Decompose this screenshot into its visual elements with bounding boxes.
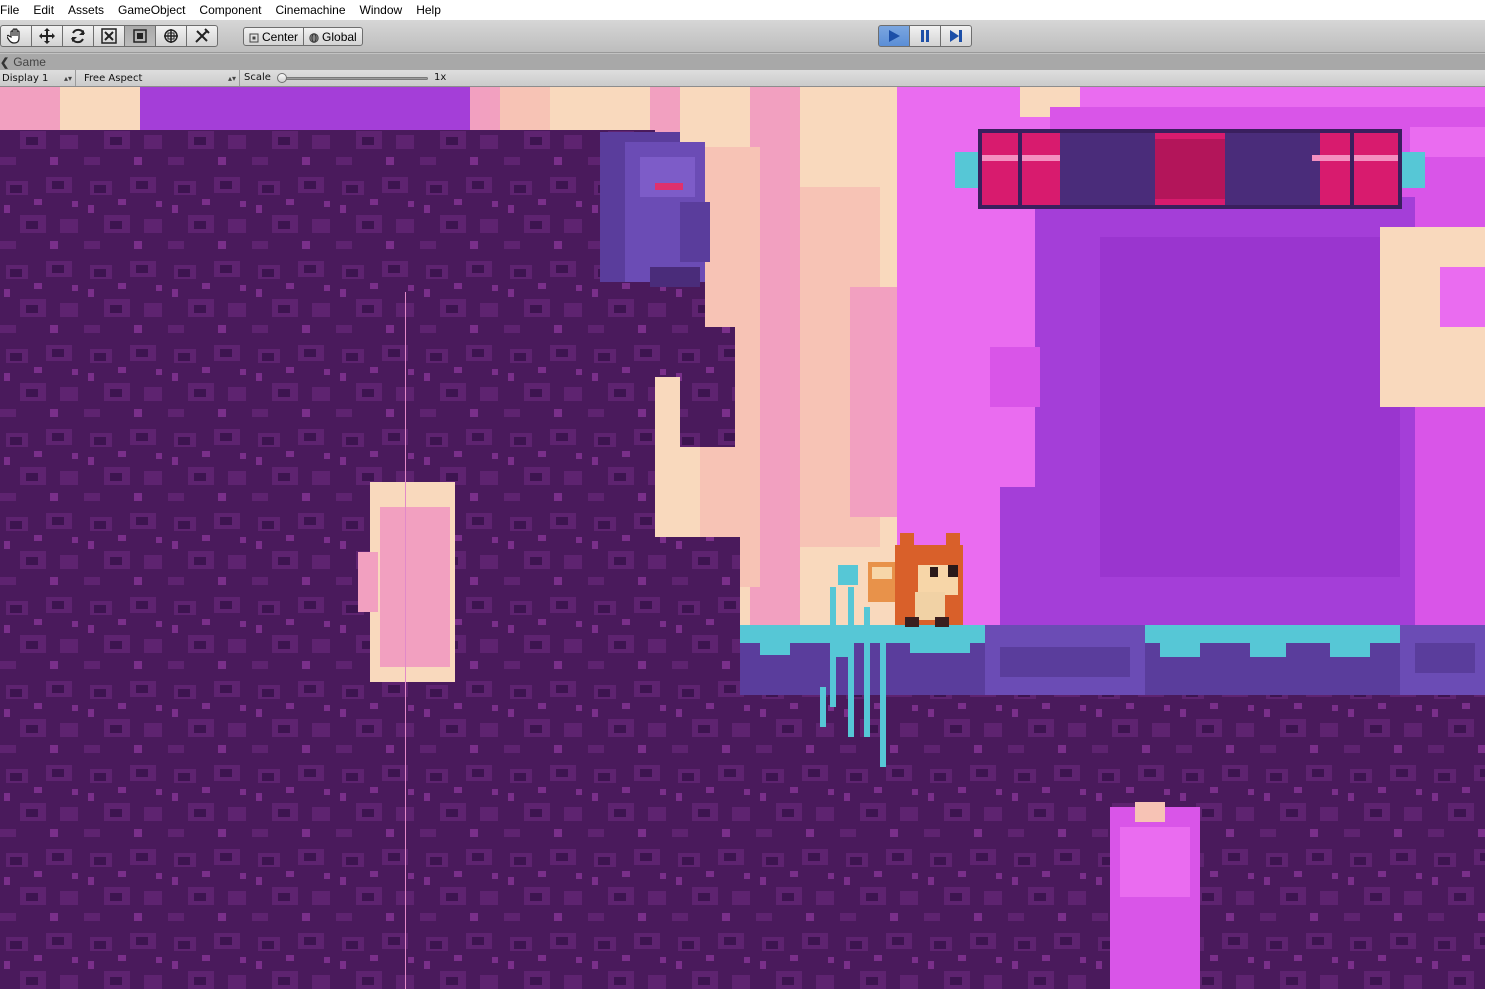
transform-tool-button[interactable]	[155, 25, 187, 47]
tab-bar: ❮ Game	[0, 54, 1485, 70]
play-button[interactable]	[878, 25, 910, 47]
rotate-tool-icon	[71, 28, 85, 44]
globe-icon	[309, 32, 319, 43]
game-tab-icon: ❮	[0, 56, 10, 69]
move-tool-icon	[39, 28, 55, 44]
menu-cinemachine[interactable]: Cinemachine	[268, 0, 352, 20]
dropdown-arrow-icon: ▴▾	[227, 73, 236, 83]
custom-tool-icon	[195, 28, 210, 43]
playback-controls	[878, 25, 972, 47]
rect-tool-icon	[133, 29, 147, 43]
menu-component[interactable]: Component	[192, 0, 268, 20]
hand-tool-button[interactable]	[0, 25, 32, 47]
menu-bar: File Edit Assets GameObject Component Ci…	[0, 0, 1485, 20]
scale-label: Scale	[244, 72, 271, 83]
pivot-controls: Center Global	[243, 27, 363, 46]
menu-gameobject[interactable]: GameObject	[111, 0, 192, 20]
floating-platform	[955, 129, 1425, 209]
menu-assets[interactable]: Assets	[61, 0, 111, 20]
aspect-dropdown[interactable]: Free Aspect ▴▾	[80, 70, 240, 86]
step-icon	[950, 30, 962, 42]
game-view-toolbar: Display 1 ▴▾ Free Aspect ▴▾ Scale 1x	[0, 70, 1485, 87]
rotate-tool-button[interactable]	[62, 25, 94, 47]
transform-tool-icon	[164, 29, 178, 43]
pause-icon	[921, 30, 929, 42]
pause-button[interactable]	[909, 25, 941, 47]
menu-edit[interactable]: Edit	[26, 0, 61, 20]
pivot-mode-button[interactable]: Center	[243, 27, 305, 46]
tab-game-label: Game	[13, 55, 46, 69]
scale-slider-track[interactable]	[283, 77, 428, 80]
pivot-mode-label: Center	[262, 29, 299, 44]
step-button[interactable]	[940, 25, 972, 47]
scale-value: 1x	[434, 72, 447, 83]
pivot-rotation-button[interactable]: Global	[303, 27, 363, 46]
display-dropdown[interactable]: Display 1 ▴▾	[0, 70, 76, 86]
hand-tool-icon	[7, 28, 20, 44]
display-dropdown-value: Display 1	[2, 72, 49, 84]
play-icon	[889, 30, 900, 42]
menu-file[interactable]: File	[0, 0, 26, 20]
game-viewport[interactable]	[0, 87, 1485, 989]
move-tool-button[interactable]	[31, 25, 63, 47]
menu-window[interactable]: Window	[353, 0, 410, 20]
cave-opening-right	[1110, 802, 1200, 989]
rope-line	[405, 292, 406, 989]
rock-wall-left	[0, 130, 655, 989]
scale-tool-icon	[101, 28, 117, 44]
pivot-rotation-label: Global	[322, 29, 357, 44]
stone-head	[600, 132, 710, 287]
scale-slider-thumb[interactable]	[277, 73, 287, 83]
main-toolbar: Center Global	[0, 20, 1485, 53]
aspect-dropdown-value: Free Aspect	[84, 72, 143, 84]
custom-tool-button[interactable]	[186, 25, 218, 47]
menu-help[interactable]: Help	[409, 0, 448, 20]
pivot-center-icon	[249, 32, 259, 42]
game-scene	[0, 87, 1485, 989]
scale-tool-button[interactable]	[93, 25, 125, 47]
cave-opening-left	[358, 482, 455, 682]
rect-tool-button[interactable]	[124, 25, 156, 47]
dropdown-arrow-icon: ▴▾	[63, 73, 72, 83]
tab-game[interactable]: ❮ Game	[0, 54, 50, 70]
transform-tools	[0, 25, 218, 47]
